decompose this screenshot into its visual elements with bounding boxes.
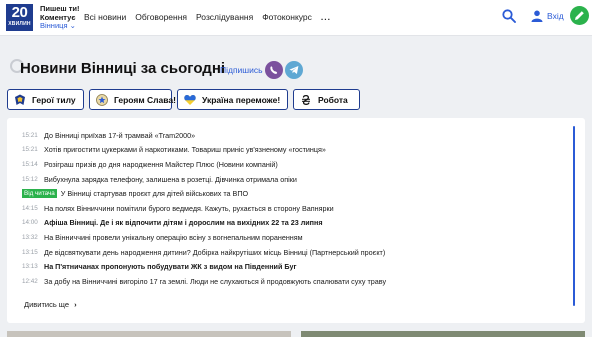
- news-time: 15:21: [22, 146, 38, 154]
- news-headline[interactable]: Розіграш призів до дня народження Майсте…: [44, 160, 278, 169]
- news-headline[interactable]: Хотів пригостити цукерками й наркотиками…: [44, 145, 326, 154]
- news-headline[interactable]: На Вінниччині провели унікальну операцію…: [44, 233, 303, 242]
- telegram-icon: [289, 66, 299, 74]
- nav-photo-contest[interactable]: Фотоконкурс: [262, 12, 312, 22]
- chevron-right-icon: ›: [74, 300, 77, 309]
- see-more-link[interactable]: Дивитись ще ›: [24, 300, 77, 309]
- topic-label: Робота: [318, 94, 348, 105]
- topic-jobs[interactable]: Робота: [293, 89, 360, 110]
- city-selector[interactable]: Вінниця ⌄: [40, 21, 80, 31]
- site-logo[interactable]: 20 ХВИЛИН: [6, 4, 33, 31]
- telegram-button[interactable]: [285, 61, 303, 79]
- search-icon[interactable]: [502, 9, 516, 23]
- news-time: 13:15: [22, 248, 38, 256]
- page-title: Новини Вінниці за сьогодні: [20, 60, 226, 77]
- site-header: 20 ХВИЛИН Пишеш ти! Коментує Вінниця ⌄ В…: [0, 0, 592, 36]
- news-headline[interactable]: На полях Вінниччини помітили бурого ведм…: [44, 204, 334, 213]
- news-headline[interactable]: Вибухнула зарядка телефону, залишена в р…: [44, 175, 297, 184]
- news-item[interactable]: 12:42 За добу на Вінниччині вигоріло 17 …: [22, 274, 567, 289]
- news-item[interactable]: 15:21 До Вінниці приїхав 17-й трамвай «T…: [22, 128, 567, 143]
- hryvnia-icon: [302, 94, 310, 105]
- logo-word: ХВИЛИН: [8, 21, 31, 27]
- news-headline[interactable]: У Вінниці стартував проєкт для дітей вій…: [61, 189, 248, 198]
- topic-label: Героям Слава!: [114, 94, 176, 105]
- viber-button[interactable]: [265, 61, 283, 79]
- news-time: 12:42: [22, 277, 38, 285]
- news-headline[interactable]: За добу на Вінниччині вигоріло 17 га зем…: [44, 277, 386, 286]
- pencil-icon: [575, 11, 584, 20]
- nav-more[interactable]: ...: [321, 12, 331, 22]
- news-headline[interactable]: На П'ятничанах пропонують побудувати ЖК …: [44, 262, 296, 271]
- see-more-label: Дивитись ще: [24, 300, 70, 309]
- medal-icon: [96, 93, 108, 106]
- logo-number: 20: [11, 4, 28, 21]
- news-item[interactable]: 15:12 Вибухнула зарядка телефону, залише…: [22, 172, 567, 187]
- topic-buttons: Герої тилу Героям Слава! Україна перемож…: [7, 89, 360, 110]
- news-time: 13:13: [22, 263, 38, 271]
- news-item[interactable]: 15:14 Розіграш призів до дня народження …: [22, 157, 567, 172]
- news-item[interactable]: 13:32 На Вінниччині провели унікальну оп…: [22, 230, 567, 245]
- topic-heroes-rear[interactable]: Герої тилу: [7, 89, 84, 110]
- nav-discussions[interactable]: Обговорення: [135, 12, 187, 22]
- news-item[interactable]: 15:21 Хотів пригостити цукерками й нарко…: [22, 143, 567, 158]
- reader-badge: Від читача: [22, 189, 57, 199]
- news-list: 15:21 До Вінниці приїхав 17-й трамвай «T…: [22, 128, 567, 289]
- nav-all-news[interactable]: Всі новини: [84, 12, 126, 22]
- news-item[interactable]: Від читача У Вінниці стартував проєкт дл…: [22, 186, 567, 201]
- hero-badge-icon: [15, 94, 25, 105]
- news-time: 13:32: [22, 233, 38, 241]
- news-headline[interactable]: До Вінниці приїхав 17-й трамвай «Tram200…: [44, 131, 195, 140]
- topic-label: Україна переможе!: [202, 94, 281, 105]
- ukraine-heart-icon: [184, 94, 196, 105]
- news-item[interactable]: 13:13 На П'ятничанах пропонують побудува…: [22, 259, 567, 274]
- news-scrollbar[interactable]: [573, 126, 575, 306]
- nav-investigations[interactable]: Розслідування: [196, 12, 253, 22]
- news-feed-panel: 15:21 До Вінниці приїхав 17-й трамвай «T…: [7, 118, 585, 323]
- subscribe-label: Підпишись: [220, 65, 263, 75]
- login-link[interactable]: Вхід: [547, 11, 564, 21]
- topic-glory-heroes[interactable]: Героям Слава!: [89, 89, 176, 110]
- news-time: 15:12: [22, 175, 38, 183]
- news-headline[interactable]: Де відсвяткувати день народження дитини?…: [44, 248, 385, 257]
- site-tagline: Пишеш ти! Коментує Вінниця ⌄: [40, 4, 80, 31]
- write-post-button[interactable]: [570, 6, 589, 25]
- topic-label: Герої тилу: [32, 94, 76, 105]
- article-thumbnail[interactable]: [301, 331, 585, 337]
- article-thumbnail[interactable]: [7, 331, 291, 337]
- news-item[interactable]: 14:00 Афіша Вінниці. Де і як відпочити д…: [22, 216, 567, 231]
- user-icon[interactable]: [531, 10, 543, 22]
- news-time: 15:21: [22, 131, 38, 139]
- news-time: 14:00: [22, 219, 38, 227]
- news-time: 14:15: [22, 204, 38, 212]
- viber-icon: [270, 66, 278, 74]
- news-headline[interactable]: Афіша Вінниці. Де і як відпочити дітям і…: [44, 218, 323, 227]
- news-item[interactable]: 13:15 Де відсвяткувати день народження д…: [22, 245, 567, 260]
- main-nav: Всі новини Обговорення Розслідування Фот…: [84, 12, 331, 22]
- news-time: 15:14: [22, 160, 38, 168]
- news-item[interactable]: 14:15 На полях Вінниччини помітили бурог…: [22, 201, 567, 216]
- topic-ukraine-wins[interactable]: Україна переможе!: [177, 89, 288, 110]
